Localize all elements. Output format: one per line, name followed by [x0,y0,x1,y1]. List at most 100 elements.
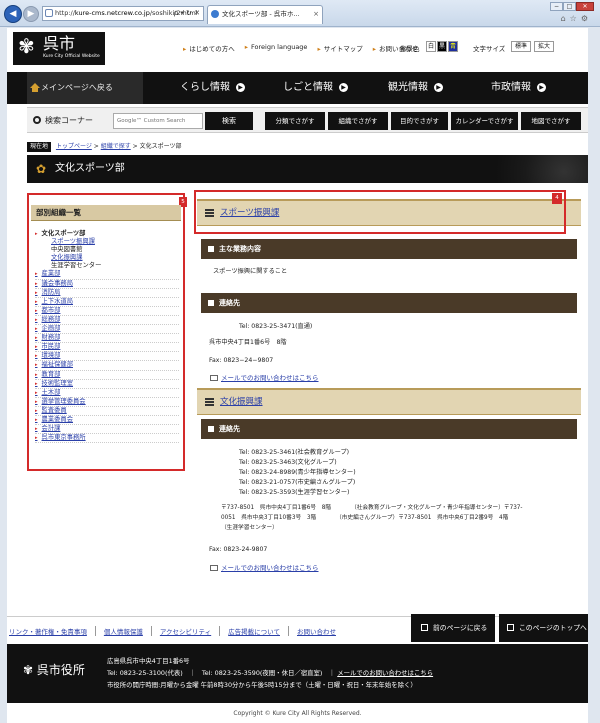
sidebar-item[interactable]: 農業委員会 [35,416,179,426]
sports-mail-link[interactable]: メールでのお問い合わせはこちら [210,373,319,383]
sidebar-item[interactable]: 技術監理室 [35,380,179,389]
chevron-right-icon: ▶ [339,83,348,92]
sports-fax: Fax: 0823−24−9807 [209,357,274,364]
footer-link-contact[interactable]: お問い合わせ [289,626,344,636]
footer-logo-text: 呉市役所 [36,663,85,677]
copyright: Copyright © Kure City All Rights Reserve… [7,704,588,723]
back-page-label: 前のページに戻る [433,624,488,632]
address-tools-icon[interactable]: ρ ▾ ↻ ✕ [174,7,200,20]
tab-title: 文化スポーツ部 - 呉市ホ... [222,10,300,18]
util-link-first-visit[interactable]: はじめての方へ [183,43,235,53]
url-prefix: http:// [55,9,75,17]
sidebar-item[interactable]: 教育部 [35,371,179,380]
footer-link-privacy[interactable]: 個人情報保護 [96,626,152,636]
back-arrow-icon[interactable]: ◀ [4,5,22,23]
mail-link-text[interactable]: メールでのお問い合わせはこちら [221,564,319,572]
tab-close-icon[interactable]: × [313,6,319,23]
tree-sub-sports[interactable]: スポーツ振興課 [35,238,179,246]
sidebar-item[interactable]: 上下水道局 [35,298,179,307]
sidebar-title: 部別組織一覧 [31,205,181,221]
search-input[interactable] [113,113,203,129]
search-icon [33,116,41,124]
culture-mail-link[interactable]: メールでのお問い合わせはこちら [210,563,319,573]
site-footer: ✾ 呉市役所 広島県呉市中央4丁目1番6号 Tel: 0823-25-3100(… [7,644,588,703]
util-link-sitemap[interactable]: サイトマップ [317,43,363,53]
utility-links: はじめての方へ Foreign language サイトマップ お問い合わせ [183,43,418,53]
bg-blue-button[interactable]: 青 [448,41,458,52]
purpose-search-button[interactable]: 目的でさがす [391,112,448,130]
bg-black-button[interactable]: 黒 [437,41,447,52]
culture-tel: Tel: 0823-24-8989(青少年指導センター) [239,469,356,476]
sidebar-item[interactable]: 福祉保健部 [35,361,179,371]
calendar-search-button[interactable]: カレンダーでさがす [451,112,518,130]
breadcrumb-top[interactable]: トップページ [56,143,92,150]
category-search-button[interactable]: 分類でさがす [265,112,325,130]
page-top-button[interactable]: このページのトップへ [499,614,588,642]
chevron-right-icon: ▶ [434,83,443,92]
footer-hours: 市役所の開庁時間:月曜から金曜 午前8時30分から午後5時15分まで（土曜・日曜… [107,681,417,689]
envelope-icon [210,565,218,571]
culture-address: 〒737-8501 呉市中央4丁目1番6号 8階 （社会教育グループ・文化グルー… [221,505,523,511]
culture-fax: Fax: 0823-24-9807 [209,546,268,553]
bg-white-button[interactable]: 白 [426,41,436,52]
footer-link-ads[interactable]: 広告掲載について [220,626,289,636]
up-square-icon [507,624,514,631]
minimize-icon[interactable]: − [550,2,563,11]
search-label: 検索コーナー [33,115,93,126]
nav-item-label: くらし情報 [180,82,230,93]
city-emblem-icon: ✾ [23,663,37,677]
nav-item-label: しごと情報 [283,82,333,93]
search-button[interactable]: 検索 [205,112,253,130]
nav-item-label: 観光情報 [388,82,428,93]
nav-item-living[interactable]: くらし情報 ▶ [180,72,245,104]
search-bar: 検索コーナー 検索 分類でさがす 組織でさがす 目的でさがす カレンダーでさがす… [27,107,588,133]
sidebar-item[interactable]: 財務部 [35,334,179,344]
address-bar[interactable]: http://kure-cms.netcrew.co.jp/soshiki/2.… [42,6,204,21]
nav-home-label: メインページへ戻る [41,83,113,92]
annotation-frame [194,190,566,234]
sidebar-item[interactable]: 企画部 [35,325,179,335]
sidebar-item[interactable]: 都市部 [35,307,179,316]
subheading-duties: 主な業務内容 [201,239,577,259]
footer-link-legal[interactable]: リンク・著作権・免責事項 [9,626,96,636]
map-search-button[interactable]: 地図でさがす [521,112,581,130]
sidebar-item[interactable]: 会計課 [35,425,179,435]
nav-item-city[interactable]: 市政情報 ▶ [491,72,546,104]
footer-link-accessibility[interactable]: アクセシビリティ [152,626,221,636]
browser-tab[interactable]: 文化スポーツ部 - 呉市ホ... × [207,5,323,24]
sidebar-item[interactable]: 土木部 [35,389,179,398]
org-tree: 文化スポーツ部 スポーツ振興課 中央図書館 文化振興課 生涯学習センター 産業部… [35,230,179,444]
footer-tel-row: Tel: 0823-25-3100(代表) ｜ Tel: 0823-25-359… [107,667,433,679]
nav-home-button[interactable]: メインページへ戻る [27,72,143,104]
org-search-button[interactable]: 組織でさがす [328,112,388,130]
sidebar-item[interactable]: 産業部 [35,270,179,280]
nav-item-work[interactable]: しごと情報 ▶ [283,72,348,104]
font-size-label: 文字サイズ [473,45,506,53]
nav-item-tourism[interactable]: 観光情報 ▶ [388,72,443,104]
forward-arrow-icon[interactable]: ▶ [23,6,39,22]
mail-link-text[interactable]: メールでのお問い合わせはこちら [221,374,319,382]
sidebar-item[interactable]: 市民部 [35,343,179,353]
footer-mail-link[interactable]: メールでのお問い合わせはこちら [337,669,433,677]
section-title-culture[interactable]: 文化振興課 [220,397,263,407]
home-star-gear-icons[interactable]: ⌂☆⚙ [561,14,592,23]
close-icon[interactable]: ✕ [576,2,594,11]
breadcrumb-org[interactable]: 組織で探す [101,143,131,150]
back-page-button[interactable]: 前のページに戻る [411,614,495,642]
tree-root[interactable]: 文化スポーツ部 [35,230,179,238]
site-logo[interactable]: ✾ 呉市 Kure City Official Website [13,32,105,65]
font-large-button[interactable]: 拡大 [534,41,555,52]
font-standard-button[interactable]: 標準 [511,41,532,52]
section-header-culture: 文化振興課 [197,388,581,415]
sidebar-item[interactable]: 監査委員 [35,407,179,416]
sidebar-item[interactable]: 選挙管理委員会 [35,398,179,407]
sidebar-item[interactable]: 議会事務局 [35,280,179,289]
util-link-foreign[interactable]: Foreign language [245,43,307,53]
sidebar-item[interactable]: 呉市東京事務所 [35,434,179,444]
maximize-icon[interactable]: □ [563,2,576,11]
url-domain: kure-cms.netcrew.co.jp [74,9,150,17]
sidebar-item[interactable]: 総務部 [35,316,179,326]
web-page: ✾ 呉市 Kure City Official Website はじめての方へ … [7,28,588,723]
breadcrumb-current: 文化スポーツ部 [139,143,182,150]
sidebar-item[interactable]: 消防局 [35,289,179,298]
